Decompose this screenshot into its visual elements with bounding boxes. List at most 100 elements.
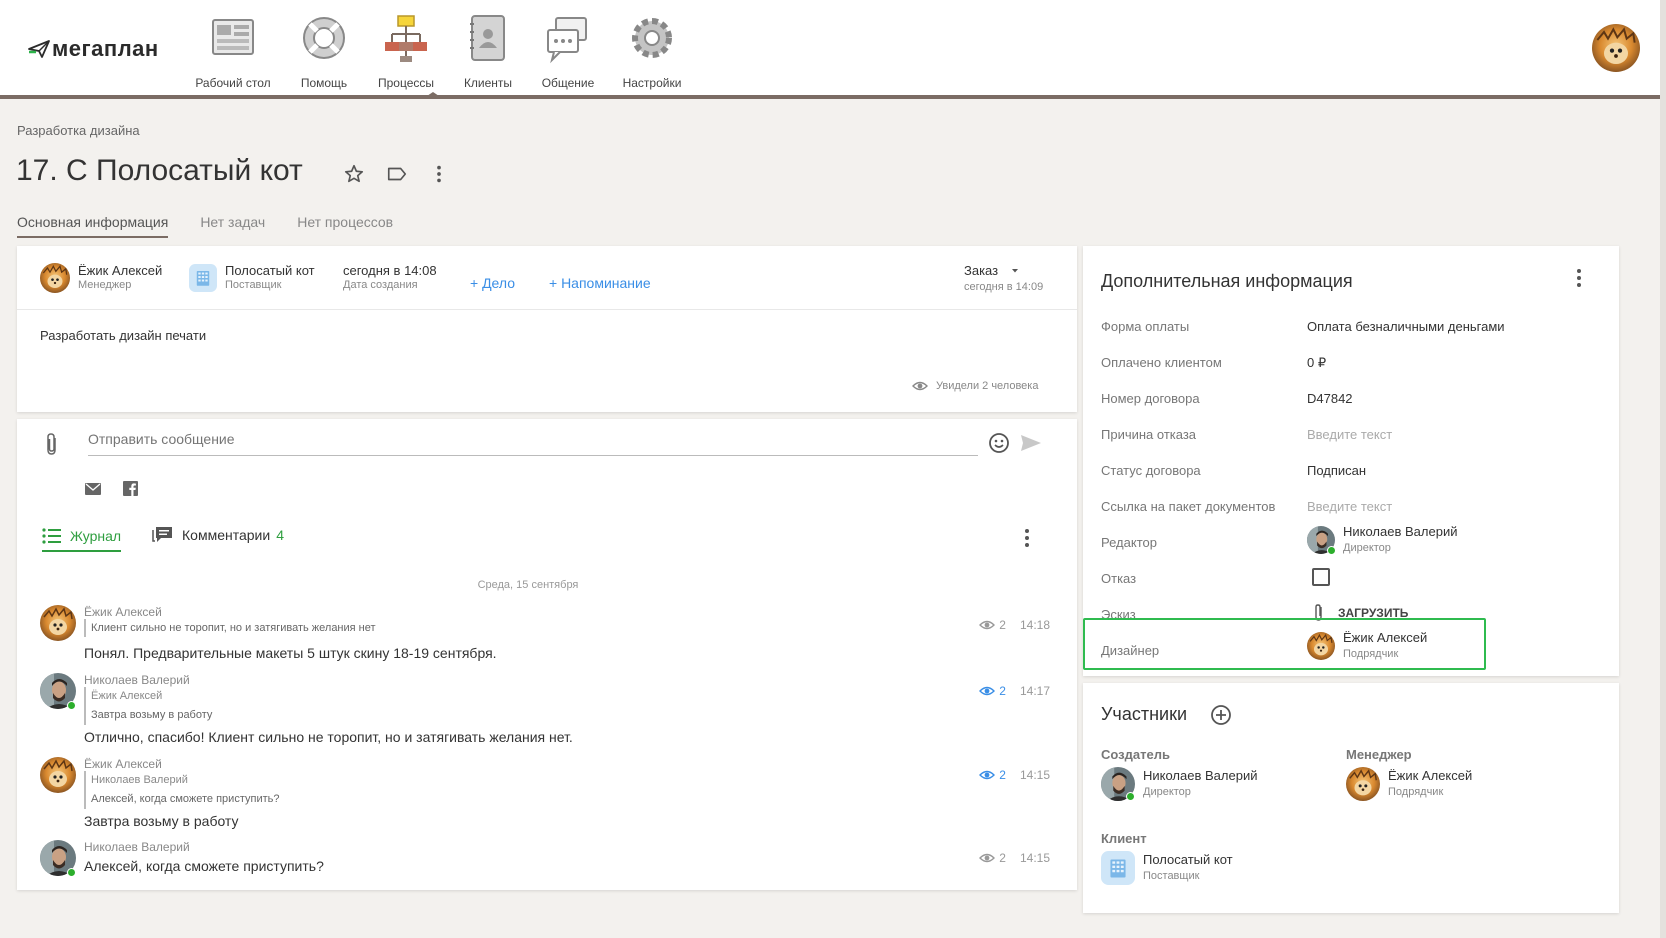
add-task-button[interactable]: + Дело — [470, 275, 515, 291]
info-label: Форма оплаты — [1101, 319, 1190, 334]
message-input[interactable] — [88, 422, 978, 456]
info-value[interactable]: 0 ₽ — [1307, 355, 1326, 371]
entry-time: 14:15 — [1019, 851, 1050, 865]
docs-link-input[interactable]: Введите текст — [1307, 499, 1392, 514]
tab-processes[interactable]: Нет процессов — [297, 214, 393, 238]
deal-status-select[interactable]: Заказ сегодня в 14:09 — [964, 262, 1043, 294]
nav-dashboard[interactable]: Рабочий стол — [188, 12, 278, 90]
additional-info-title: Дополнительная информация — [1101, 271, 1353, 291]
entry-author[interactable]: Николаев Валерий — [84, 673, 190, 687]
user-avatar[interactable] — [1592, 24, 1640, 72]
comments-count: 4 — [276, 527, 284, 543]
entry-meta: 2 14:15 — [979, 767, 1050, 783]
author-avatar[interactable] — [40, 757, 76, 793]
active-nav-marker — [427, 92, 439, 96]
entry-meta: 2 14:15 — [979, 850, 1050, 866]
info-row-payment: Форма оплаты Оплата безналичными деньгам… — [1101, 319, 1571, 339]
creator-name: Николаев Валерий — [1143, 768, 1258, 784]
entry-text: Алексей, когда сможете приступить? — [84, 858, 324, 874]
nav-label: Процессы — [377, 76, 434, 90]
nav-help[interactable]: Помощь — [279, 12, 369, 90]
tab-tasks[interactable]: Нет задач — [200, 214, 265, 238]
attach-paperclip-icon[interactable] — [42, 431, 62, 457]
info-row-docs-link: Ссылка на пакет документов Введите текст — [1101, 499, 1571, 519]
created-value: сегодня в 14:08 — [343, 263, 437, 278]
deal-description: Разработать дизайн печати — [40, 328, 207, 343]
status-time: сегодня в 14:09 — [964, 280, 1044, 293]
email-icon[interactable] — [85, 482, 101, 496]
deal-supplier[interactable]: Полосатый кот Поставщик — [189, 263, 315, 293]
nav-processes[interactable]: Процессы — [361, 12, 451, 90]
entry-time: 14:15 — [1019, 768, 1050, 782]
feed-entry: Ёжик Алексей Клиент сильно не торопит, н… — [40, 605, 1050, 665]
refusal-reason-input[interactable]: Введите текст — [1307, 427, 1392, 442]
date-separator: Среда, 15 сентября — [477, 579, 579, 591]
nav-communication[interactable]: Общение — [523, 12, 613, 90]
entry-author[interactable]: Николаев Валерий — [84, 840, 190, 854]
entry-views: 2 — [999, 684, 1006, 698]
nav-label: Помощь — [300, 76, 348, 90]
client-role: Поставщик — [1143, 870, 1200, 883]
entry-author[interactable]: Ёжик Алексей — [84, 605, 162, 619]
eye-icon — [979, 683, 995, 699]
info-value[interactable]: Подписан — [1307, 463, 1366, 478]
info-label: Оплачено клиентом — [1101, 355, 1222, 370]
entry-views: 2 — [999, 851, 1006, 865]
seen-text: Увидели 2 человека — [936, 380, 1039, 392]
deal-manager[interactable]: Ёжик Алексей Менеджер — [40, 263, 162, 293]
entry-views: 2 — [999, 768, 1006, 782]
client-name: Полосатый кот — [1143, 852, 1233, 868]
nav-label: Настройки — [622, 76, 682, 90]
client-label: Клиент — [1101, 831, 1147, 846]
add-participant-icon[interactable] — [1210, 704, 1232, 726]
list-icon — [42, 528, 61, 544]
tab-comments-label: Комментарии — [182, 527, 271, 543]
info-more-icon[interactable] — [1575, 268, 1583, 288]
editor-person[interactable]: Николаев Валерий Директор — [1307, 524, 1457, 555]
client-person[interactable]: Полосатый кот Поставщик — [1101, 851, 1233, 885]
deal-header-divider — [17, 309, 1077, 310]
manager-avatar — [1346, 767, 1380, 801]
refusal-checkbox[interactable] — [1312, 568, 1330, 586]
entry-author[interactable]: Ёжик Алексей — [84, 757, 162, 771]
add-reminder-button[interactable]: + Напоминание — [549, 275, 651, 291]
breadcrumb[interactable]: Разработка дизайна — [17, 123, 140, 138]
feed-entry: Ёжик Алексей Николаев Валерий Алексей, к… — [40, 757, 1050, 837]
label-tag-icon[interactable] — [386, 163, 408, 185]
tab-main-info[interactable]: Основная информация — [17, 214, 169, 238]
page-scrollbar[interactable] — [1660, 0, 1666, 938]
star-icon[interactable] — [343, 163, 365, 185]
page-tabs: Основная информация Нет задач Нет процес… — [17, 214, 425, 238]
tab-comments[interactable]: Комментарии 4 — [152, 525, 284, 545]
more-vertical-icon[interactable] — [428, 163, 450, 185]
feed-more-icon[interactable] — [1023, 528, 1031, 548]
info-label: Статус договора — [1101, 463, 1201, 478]
manager-person[interactable]: Ёжик Алексей Подрядчик — [1346, 767, 1472, 801]
info-label: Номер договора — [1101, 391, 1200, 406]
editor-role: Директор — [1343, 541, 1391, 554]
online-indicator — [67, 868, 76, 877]
eye-icon — [912, 378, 928, 394]
manager-role: Менеджер — [78, 279, 132, 292]
manager-avatar — [40, 263, 70, 293]
seen-by[interactable]: Увидели 2 человека — [912, 378, 1038, 394]
emoji-icon[interactable] — [988, 432, 1010, 454]
send-icon[interactable] — [1020, 433, 1042, 453]
creator-label: Создатель — [1101, 747, 1170, 762]
info-value[interactable]: D47842 — [1307, 391, 1353, 406]
facebook-icon[interactable] — [123, 481, 138, 496]
creator-person[interactable]: Николаев Валерий Директор — [1101, 767, 1257, 801]
author-avatar[interactable] — [40, 605, 76, 641]
eye-icon — [979, 767, 995, 783]
info-row-contract-number: Номер договора D47842 — [1101, 391, 1571, 411]
info-value[interactable]: Оплата безналичными деньгами — [1307, 319, 1505, 334]
eye-icon — [979, 850, 995, 866]
tab-journal[interactable]: Журнал — [42, 528, 122, 552]
online-indicator — [1327, 545, 1336, 555]
logo-text: мегаплан — [52, 36, 159, 61]
megaplan-logo[interactable]: мегаплан — [28, 36, 159, 62]
nav-clients[interactable]: Клиенты — [443, 12, 533, 90]
company-icon — [1101, 851, 1135, 885]
nav-settings[interactable]: Настройки — [607, 12, 697, 90]
participants-title: Участники — [1101, 704, 1187, 724]
